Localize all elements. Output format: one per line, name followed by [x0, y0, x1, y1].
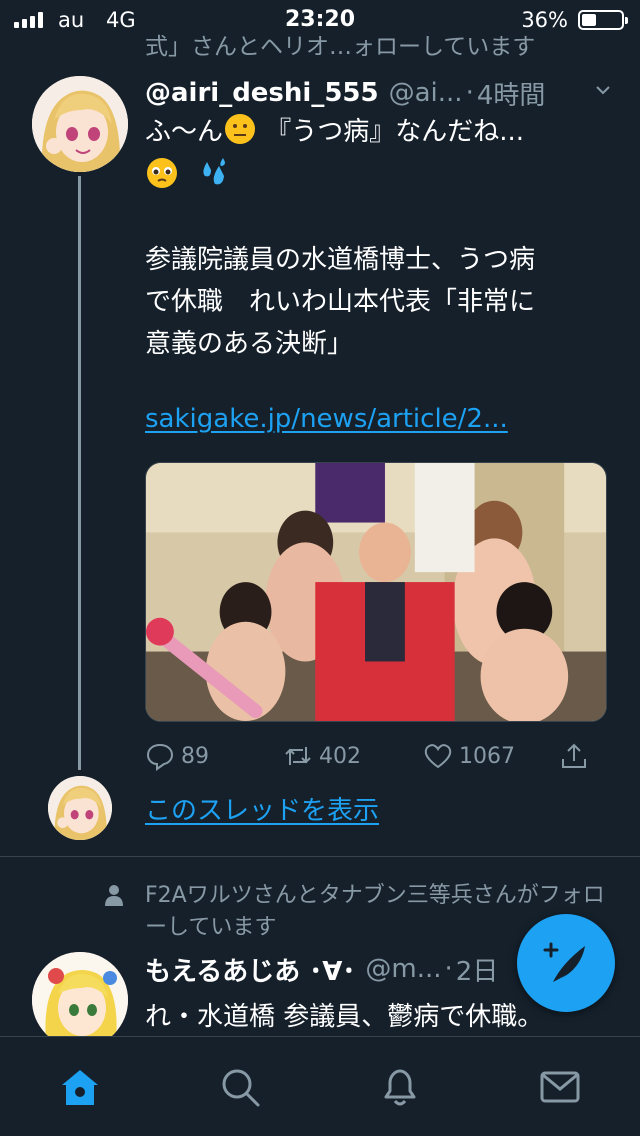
- compose-tweet-icon: [543, 942, 585, 982]
- bell-icon: [384, 1069, 416, 1106]
- avatar[interactable]: [32, 952, 128, 1048]
- tweet-text: れ・水道橋 参議員、鬱病で休職。: [145, 1002, 544, 1032]
- user-handle[interactable]: @ai...: [389, 78, 463, 108]
- separator-dot: ·: [465, 78, 474, 108]
- article-link[interactable]: sakigake.jp/news/article/2...: [145, 404, 508, 434]
- pleading-face-emoji-icon: [147, 158, 177, 188]
- person-icon: [105, 885, 123, 906]
- retweet-icon: [285, 747, 311, 765]
- display-name[interactable]: もえるあじあ ･∀･: [145, 951, 355, 988]
- emoji-line: [145, 156, 605, 196]
- tweet-text-rest: 『うつ病』なんだね...: [265, 117, 525, 147]
- tweet-time[interactable]: 4時間: [477, 75, 546, 112]
- tweet-body-line: 参議院議員の水道橋博士、うつ病: [145, 245, 536, 275]
- share-button[interactable]: [559, 736, 589, 776]
- like-count: 1067: [459, 743, 515, 769]
- retweet-button[interactable]: 402: [283, 736, 361, 776]
- tab-search[interactable]: [218, 1065, 262, 1109]
- reply-button[interactable]: 89: [145, 736, 209, 776]
- tab-notifications[interactable]: [378, 1065, 422, 1109]
- share-icon: [562, 743, 586, 768]
- display-name[interactable]: @airi_deshi_555: [145, 78, 379, 108]
- reply-count: 89: [181, 743, 209, 769]
- envelope-icon: [540, 1071, 580, 1103]
- tweet-body-line: 意義のある決断」: [145, 329, 354, 359]
- sweat-droplets-emoji-icon: [203, 158, 226, 185]
- tweet-actions: 89 402 1067: [145, 736, 615, 776]
- chevron-down-icon[interactable]: [595, 82, 611, 98]
- tweet-text-start: ふ〜ん: [145, 117, 224, 147]
- compose-tweet-button[interactable]: [517, 914, 615, 1012]
- tweet-header: @airi_deshi_555 @ai... · 4時間: [145, 74, 615, 112]
- retweet-context-text: 式」さんとヘリオ…ォローしています: [145, 34, 536, 60]
- show-thread-link[interactable]: このスレッドを表示: [145, 790, 379, 827]
- battery-percent: 36%: [521, 8, 568, 32]
- tab-home[interactable]: [58, 1065, 102, 1109]
- bottom-tab-bar: [0, 1036, 640, 1136]
- search-icon: [222, 1069, 260, 1107]
- retweet-count: 402: [319, 743, 361, 769]
- tweet-divider: [0, 856, 640, 857]
- tab-messages[interactable]: [538, 1065, 582, 1109]
- tweet-time[interactable]: 2日: [456, 951, 499, 988]
- avatar[interactable]: [32, 76, 128, 172]
- neutral-face-emoji-icon: [225, 114, 256, 144]
- separator-dot: ·: [444, 954, 453, 984]
- heart-icon: [424, 744, 452, 769]
- tweet-body-line: で休職 れいわ山本代表「非常に: [145, 287, 536, 317]
- home-icon: [62, 1070, 98, 1105]
- avatar[interactable]: [48, 776, 112, 840]
- user-handle[interactable]: @m...: [365, 954, 441, 984]
- thread-line: [78, 176, 81, 770]
- tweet-media-image[interactable]: [145, 462, 607, 722]
- like-button[interactable]: 1067: [423, 736, 515, 776]
- battery-icon: [578, 10, 628, 30]
- reply-icon: [146, 743, 174, 771]
- tweet-text-line: ふ〜ん 『うつ病』なんだね...: [145, 112, 605, 152]
